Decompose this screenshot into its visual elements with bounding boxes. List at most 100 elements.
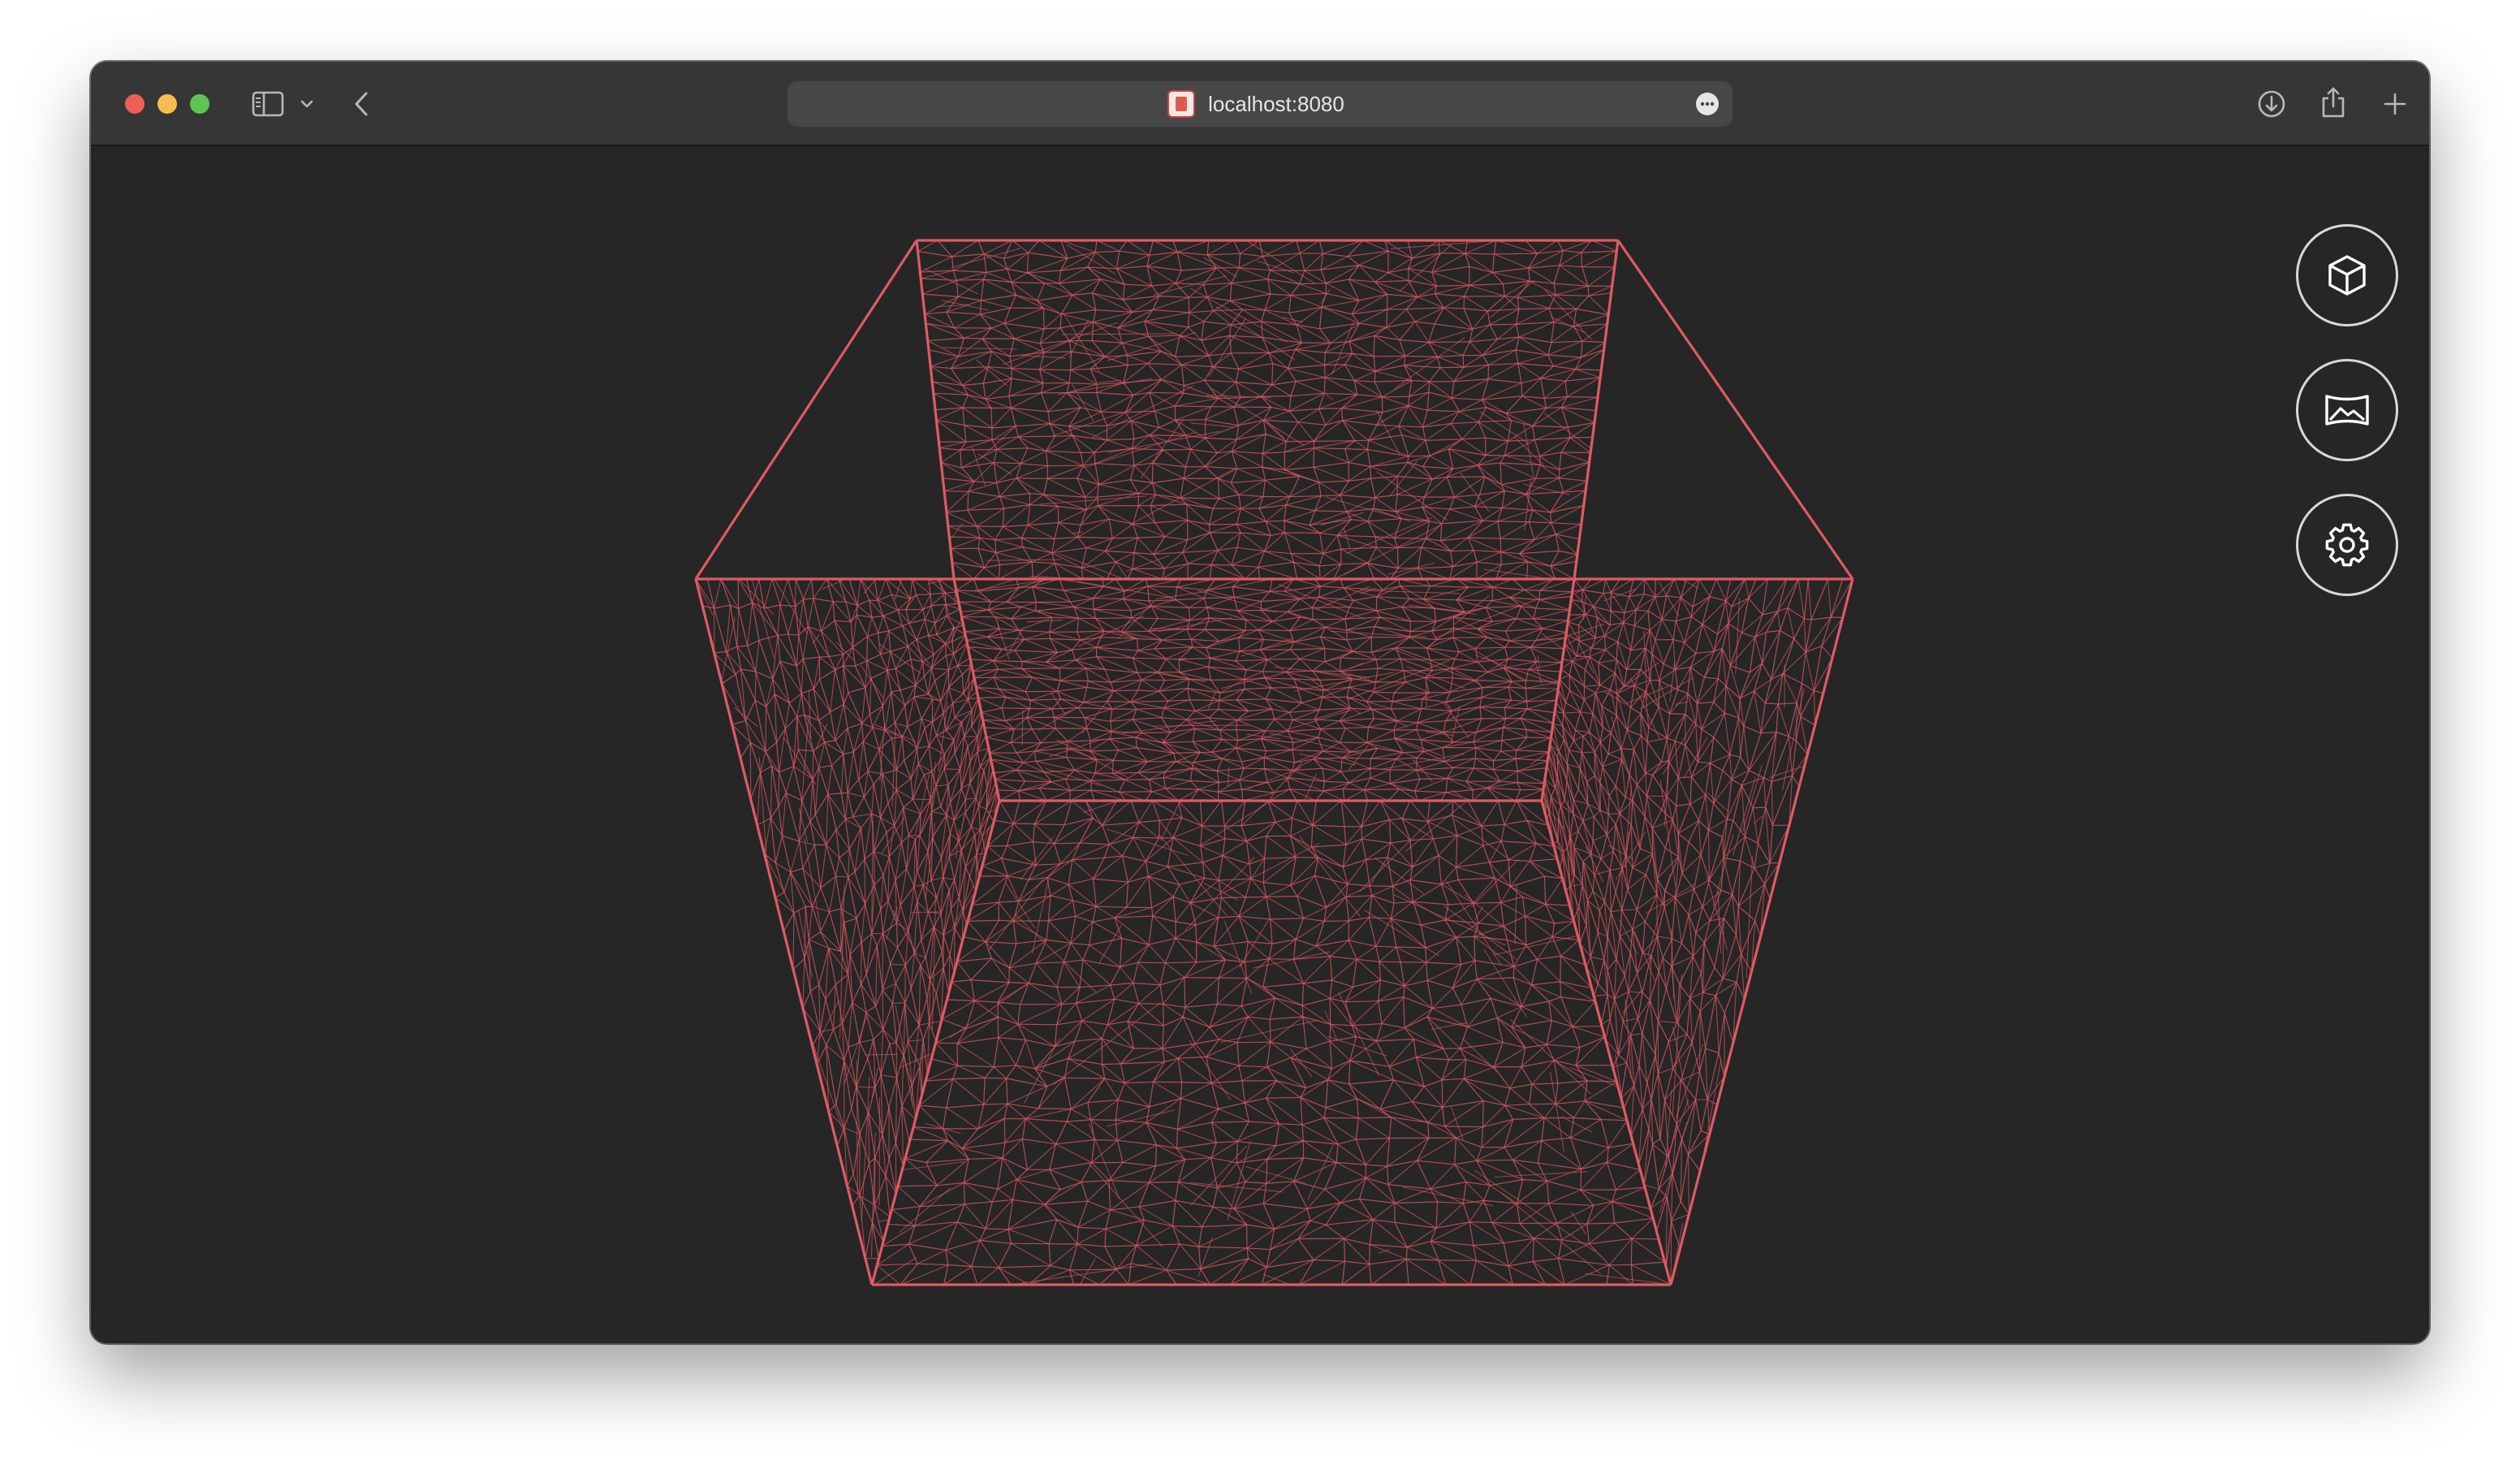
mesh-edge <box>1181 364 1206 381</box>
mesh-edge <box>1092 292 1124 300</box>
mesh-edge <box>943 490 969 492</box>
mesh-edge <box>1559 461 1590 479</box>
mesh-edge <box>1422 496 1425 508</box>
mesh-edge <box>1689 998 1693 1043</box>
mesh-edge <box>847 723 862 729</box>
mesh-edge <box>775 892 785 898</box>
mesh-edge <box>1685 693 1689 715</box>
mesh-edge <box>812 779 816 815</box>
mesh-edge <box>1547 342 1552 356</box>
mesh-edge <box>1014 338 1045 353</box>
mesh-edge <box>1684 642 1697 655</box>
address-text[interactable]: localhost:8080 <box>788 81 1732 127</box>
chevron-down-icon[interactable] <box>296 93 318 115</box>
mesh-edge <box>1096 384 1098 393</box>
mesh-edge <box>880 630 890 655</box>
mesh-edge <box>878 630 889 633</box>
mesh-edge <box>922 293 959 297</box>
mesh-edge <box>1776 703 1779 732</box>
mesh-edge <box>1624 975 1629 992</box>
mesh-edge <box>1451 397 1460 412</box>
mesh-edge <box>1353 380 1358 395</box>
mesh-edge <box>1615 824 1626 857</box>
mesh-edge <box>951 351 992 369</box>
mesh-edge <box>1341 408 1383 413</box>
mesh-edge <box>785 766 795 793</box>
share-icon[interactable] <box>2315 83 2351 122</box>
mesh-edge <box>1539 578 1554 591</box>
mesh-edge <box>1778 702 1797 705</box>
mesh-edge <box>922 609 926 620</box>
mesh-edge <box>1204 465 1237 469</box>
mesh-edge <box>851 1086 857 1108</box>
mesh-edge <box>1408 439 1426 457</box>
mesh-edge <box>1271 384 1292 397</box>
mesh-edge <box>895 778 912 791</box>
mesh-edge <box>1211 564 1232 566</box>
mesh-edge <box>1039 369 1071 371</box>
mesh-edge <box>1209 508 1241 525</box>
wireframe-cube[interactable] <box>91 146 2429 1343</box>
mesh-edge <box>1043 494 1059 508</box>
mesh-edge <box>1564 643 1577 657</box>
mesh-edge <box>1657 936 1672 940</box>
close-window-button[interactable] <box>125 94 145 114</box>
mesh-edge <box>1293 636 1321 643</box>
mesh-edge <box>1230 293 1271 301</box>
mesh-edge <box>962 407 965 426</box>
mesh-edge <box>1068 382 1098 385</box>
mesh-edge <box>1627 889 1638 910</box>
minimize-window-button[interactable] <box>158 94 177 114</box>
mesh-edge <box>931 668 949 671</box>
mesh-edge <box>1105 551 1135 554</box>
mesh-edge <box>995 552 1001 565</box>
mesh-edge <box>868 771 882 775</box>
mesh-edge <box>1441 508 1451 525</box>
mesh-edge <box>1800 716 1808 754</box>
mesh-edge <box>991 426 1016 429</box>
mesh-edge <box>1559 252 1581 266</box>
mesh-edge <box>1692 578 1700 607</box>
mesh-edge <box>736 608 740 647</box>
mesh-edge <box>1443 307 1465 309</box>
mesh-edge <box>1032 586 1037 603</box>
mesh-edge <box>947 687 954 704</box>
mesh-edge <box>1606 823 1616 836</box>
mesh-edge <box>1449 496 1455 510</box>
mesh-edge <box>1564 381 1568 397</box>
zoom-window-button[interactable] <box>190 94 209 114</box>
mesh-edge <box>1027 522 1059 526</box>
mesh-edge <box>1757 806 1767 844</box>
mesh-edge <box>867 1039 874 1059</box>
mesh-edge <box>1422 465 1453 469</box>
mesh-edge <box>1414 321 1430 343</box>
mesh-edge <box>918 998 928 1026</box>
mesh-edge <box>1632 784 1638 802</box>
mesh-edge <box>1695 932 1705 944</box>
more-icon[interactable] <box>1695 92 1720 116</box>
address-bar[interactable]: localhost:8080 <box>788 81 1732 127</box>
mesh-edge <box>1732 777 1756 855</box>
download-icon[interactable] <box>2254 86 2289 122</box>
mesh-edge <box>1077 630 1105 633</box>
plus-icon[interactable] <box>2377 86 2413 122</box>
mesh-edge <box>1285 495 1322 506</box>
mesh-edge <box>1342 420 1356 442</box>
mesh-edge <box>1623 1018 1638 1022</box>
mesh-edge <box>1501 490 1505 508</box>
mesh-edge <box>1576 647 1592 657</box>
mesh-edge <box>1485 437 1508 442</box>
3d-viewport[interactable] <box>91 146 2429 1343</box>
mesh-edge <box>832 601 835 621</box>
mesh-edge <box>1803 578 1809 619</box>
mesh-edge <box>1688 1154 1701 1172</box>
mesh-edge <box>1528 268 1530 282</box>
mesh-edge <box>1320 495 1340 497</box>
sidebar-icon[interactable] <box>250 86 286 122</box>
mesh-edge <box>1692 932 1697 957</box>
mesh-edge <box>1609 867 1623 871</box>
mesh-edge <box>1233 597 1238 611</box>
chevron-left-icon[interactable] <box>344 86 380 122</box>
mesh-edge <box>1270 590 1301 599</box>
mesh-edge <box>1162 629 1188 641</box>
